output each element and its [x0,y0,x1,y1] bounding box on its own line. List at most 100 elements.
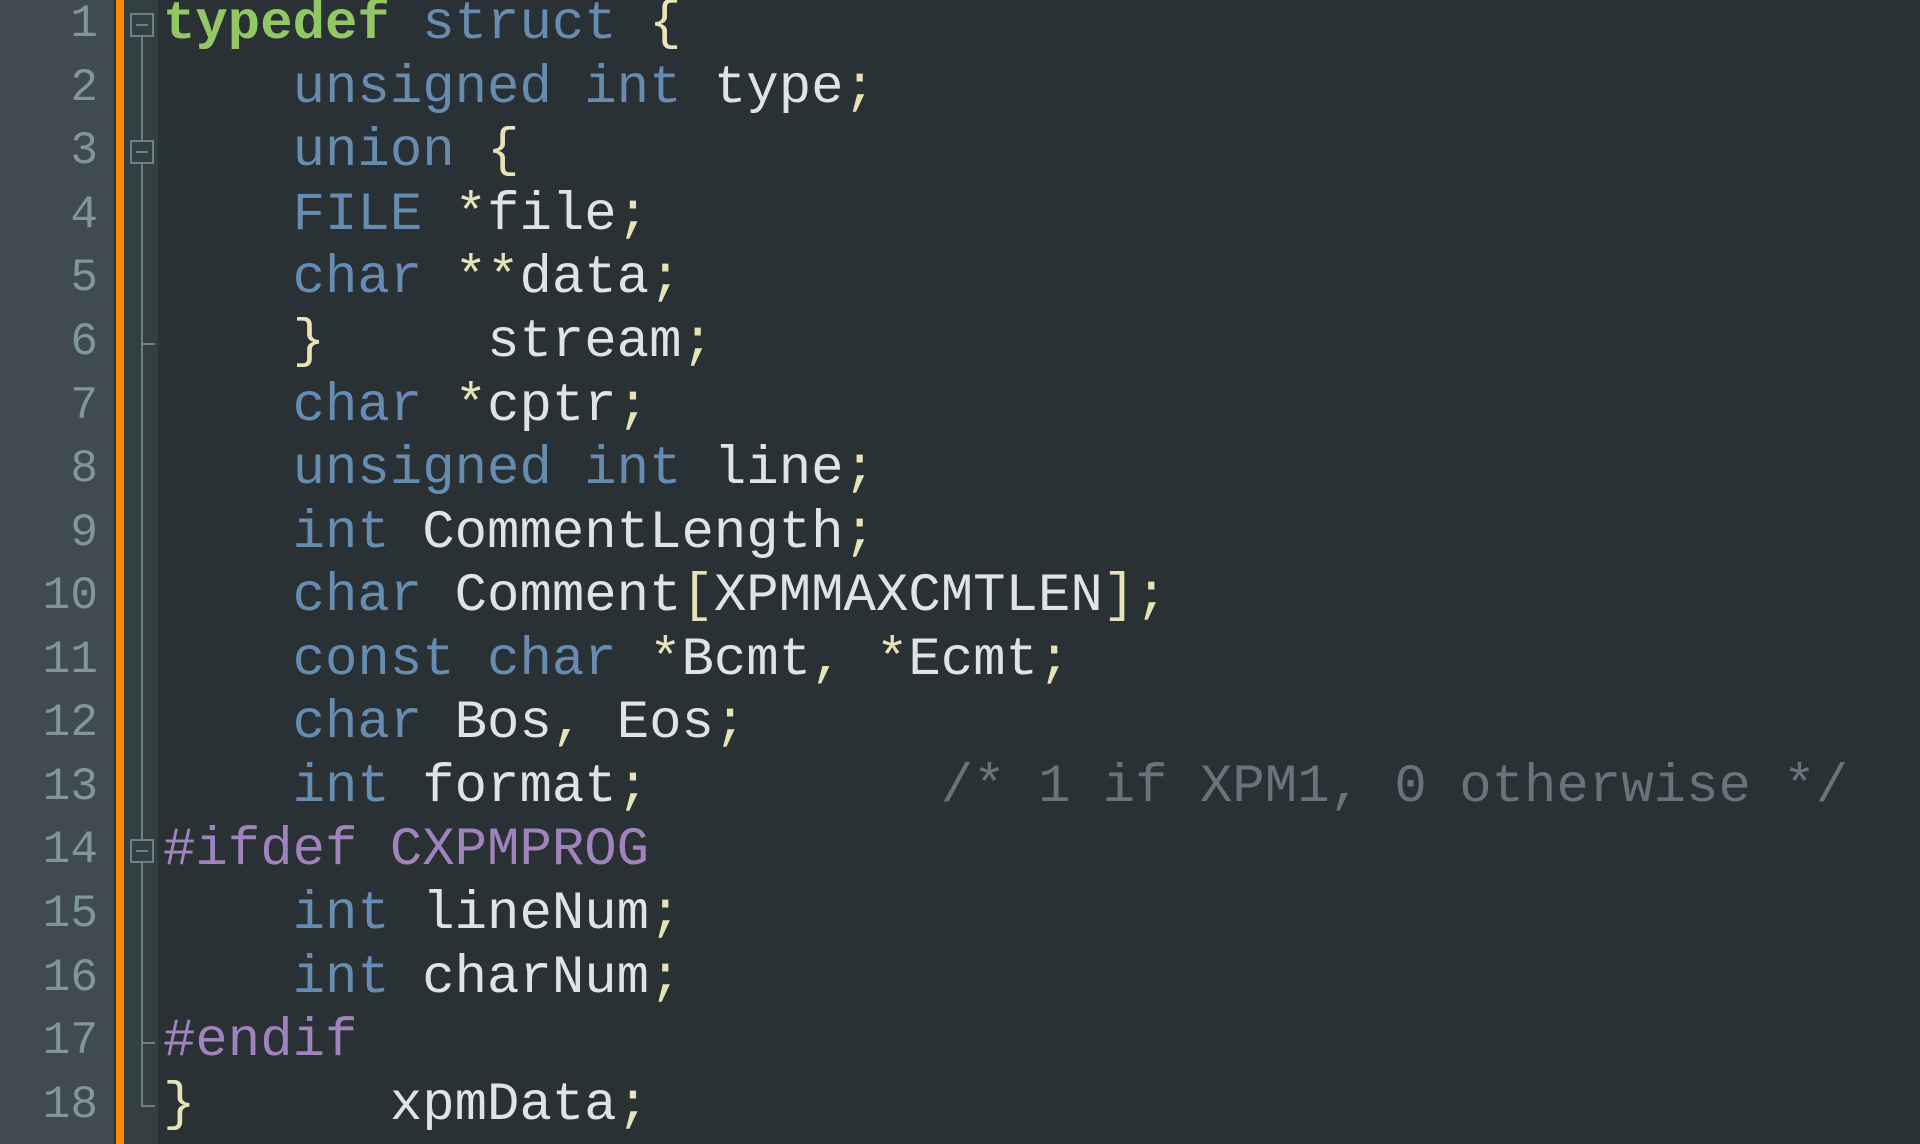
code-line[interactable]: 13 int format; /* 1 if XPM1, 0 otherwise… [0,756,1920,820]
code-line[interactable]: 16 int charNum; [0,947,1920,1011]
line-text[interactable]: } stream; [163,311,714,375]
keyword-token: typedef [163,0,390,56]
code-line[interactable]: 8 unsigned int line; [0,438,1920,502]
line-text[interactable]: } xpmData; [163,1074,649,1138]
code-line[interactable]: 10 char Comment[XPMMAXCMTLEN]; [0,565,1920,629]
operator-token: , [551,693,585,755]
code-line[interactable]: 17 #endif [0,1010,1920,1074]
line-number: 4 [70,188,98,241]
code-line[interactable]: 6 } stream; [0,311,1920,375]
operator-token: * [649,629,682,691]
operator-token: ; [843,502,876,564]
line-text[interactable]: unsigned int type; [163,57,876,121]
type-keyword-token: struct [422,0,617,56]
preprocessor-token: CXPMPROG [389,820,650,882]
identifier-token: Bos [454,693,552,755]
line-number: 11 [42,633,98,686]
preprocessor-token: #endif [163,1011,358,1073]
type-keyword-token: char [292,566,423,628]
line-number: 10 [42,570,98,623]
type-keyword-token: int [292,502,390,564]
line-text[interactable]: #endif [163,1010,357,1074]
type-keyword-token: const [292,629,455,691]
code-line[interactable]: 1 typedef struct { [0,0,1920,57]
identifier-token: type [713,57,844,119]
identifier-token: cptr [487,375,617,437]
operator-token: * [875,629,909,691]
line-text[interactable]: char Bos, Eos; [163,692,747,756]
operator-token: ; [681,312,714,373]
operator-token: ; [713,693,747,755]
code-editor[interactable]: 1 typedef struct {2 unsigned int type; 3 u… [0,0,1920,1144]
type-keyword-token: char [487,629,617,691]
line-text[interactable]: typedef struct { [163,0,682,57]
code-line[interactable]: 4 FILE *file; [0,184,1920,248]
code-line[interactable]: 2 unsigned int type; [0,57,1920,121]
line-text[interactable]: int charNum; [163,947,682,1011]
line-number: 2 [70,61,98,114]
identifier-token: Bcmt [681,629,812,691]
line-number: 1 [70,0,98,51]
code-line[interactable]: 3 union { [0,120,1920,184]
operator-token: [ [681,566,714,628]
code-line[interactable]: 12 char Bos, Eos; [0,692,1920,756]
line-text[interactable]: FILE *file; [163,184,649,248]
line-text[interactable]: int format; /* 1 if XPM1, 0 otherwise */ [163,756,1848,820]
code-line[interactable]: 5 char **data; [0,247,1920,311]
code-line[interactable]: 11 const char *Bcmt, *Ecmt; [0,629,1920,693]
line-number: 8 [70,443,98,496]
operator-token: ; [649,248,682,310]
line-text[interactable]: int lineNum; [163,883,682,947]
identifier-token: data [519,248,650,310]
line-text[interactable]: unsigned int line; [163,438,876,502]
identifier-token: CommentLength [422,502,844,564]
type-keyword-token: char [292,375,423,437]
operator-token: ; [616,184,650,246]
type-keyword-token: int [292,947,390,1009]
code-line[interactable]: 7 char *cptr; [0,375,1920,439]
line-number: 12 [42,697,98,750]
line-number: 5 [70,252,98,305]
line-text[interactable]: char **data; [163,247,682,311]
operator-token: ** [454,248,520,310]
code-line[interactable]: 9 int CommentLength; [0,502,1920,566]
line-text[interactable]: const char *Bcmt, *Ecmt; [163,629,1071,693]
code-line[interactable]: 18} xpmData; [0,1074,1920,1138]
operator-token: ; [616,756,650,818]
code-line[interactable]: 15 int lineNum; [0,883,1920,947]
comment-token: /* 1 if XPM1, 0 otherwise */ [940,756,1849,818]
line-text[interactable]: union { [163,120,520,184]
identifier-token: XPMMAXCMTLEN [713,566,1103,628]
type-keyword-token: unsigned [292,439,552,501]
identifier-token: format [422,756,617,818]
identifier-token: lineNum [422,884,650,945]
line-text[interactable]: #ifdef CXPMPROG [163,819,649,883]
line-number: 6 [70,316,98,368]
line-text[interactable]: char *cptr; [163,375,649,439]
operator-token: ]; [1102,566,1168,628]
type-keyword-token: FILE [292,184,423,246]
line-text[interactable]: int CommentLength; [163,502,876,566]
line-number: 15 [42,888,98,940]
code-line[interactable]: 14 #ifdef CXPMPROG [0,819,1920,883]
line-text[interactable]: char Comment[XPMMAXCMTLEN]; [163,565,1168,629]
